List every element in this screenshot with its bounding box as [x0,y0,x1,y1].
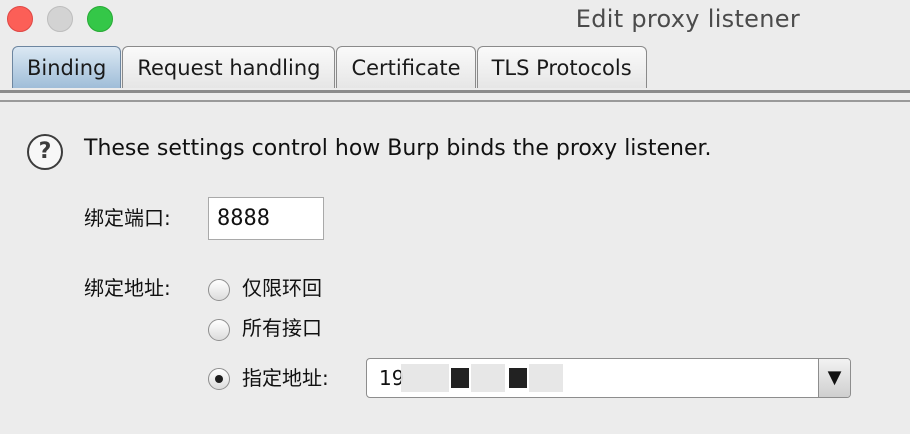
redaction-blur [401,364,449,392]
close-window-button[interactable] [7,6,33,32]
dropdown-button[interactable]: ▼ [818,359,850,397]
panel-top-border [0,100,910,102]
redaction-blur [471,364,505,392]
tab-request-handling[interactable]: Request handling [122,46,336,88]
specific-address-radio[interactable] [208,368,230,390]
tab-divider [0,90,910,93]
loopback-only-radio[interactable] [208,279,230,301]
maximize-window-button[interactable] [87,6,113,32]
minimize-window-button[interactable] [47,6,73,32]
question-circle-icon: ? [27,134,63,170]
tab-certificate[interactable]: Certificate [336,46,476,88]
specific-address-label: 指定地址: [242,366,329,390]
tab-tls-protocols[interactable]: TLS Protocols [476,46,647,88]
redaction-block [509,368,527,388]
window-title: Edit proxy listener [575,5,800,33]
loopback-only-label: 仅限环回 [242,276,322,300]
triangle-down-icon: ▼ [827,367,842,388]
tab-strip: Binding Request handling Certificate TLS… [12,46,648,90]
help-text: These settings control how Burp binds th… [84,136,712,161]
bind-port-input[interactable] [208,197,324,240]
redaction-blur [529,364,563,392]
all-interfaces-label: 所有接口 [242,316,322,340]
redaction-block [451,368,469,388]
bind-port-label: 绑定端口: [84,206,171,230]
title-bar: Edit proxy listener [0,0,910,40]
specific-address-select[interactable]: 19 ▼ [366,358,851,398]
tab-binding[interactable]: Binding [12,46,122,88]
all-interfaces-radio[interactable] [208,319,230,341]
bind-address-label: 绑定地址: [84,276,171,300]
